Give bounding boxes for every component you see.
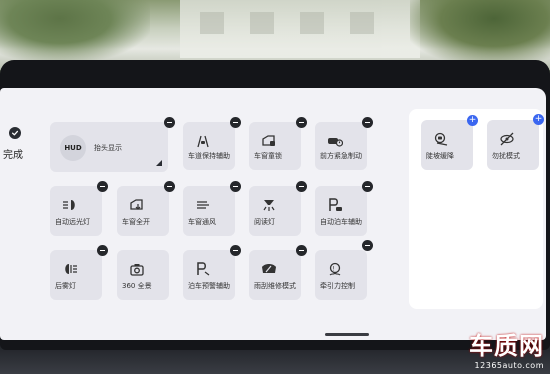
rear-fog-tile[interactable]: 后雾灯: [50, 250, 102, 300]
hill-descent-tile[interactable]: 陡坡缓降: [421, 120, 473, 170]
emergency-brake-tile[interactable]: 前方紧急制动: [315, 122, 367, 170]
emergency-brake-icon: [328, 138, 343, 147]
window-lock-tile[interactable]: 车窗童锁: [249, 122, 301, 170]
watermark-brand: 车质网: [469, 332, 544, 360]
window-vent-icon: [197, 201, 209, 209]
remove-icon[interactable]: [97, 245, 108, 256]
hud-icon: HUD: [60, 135, 86, 161]
auto-park-icon: [329, 198, 342, 211]
check-icon[interactable]: [9, 127, 21, 139]
tile-label: 陡坡缓降: [426, 152, 454, 160]
resize-corner-icon[interactable]: [156, 160, 162, 166]
background-tree: [410, 0, 550, 62]
window-open-tile[interactable]: 车窗全开: [117, 186, 169, 236]
auto-highbeam-tile[interactable]: 自动远光灯: [50, 186, 102, 236]
tile-label: 360 全景: [122, 282, 152, 290]
wiper-icon: [262, 264, 276, 273]
window-open-icon: [130, 199, 143, 210]
window-lock-icon: [262, 135, 275, 146]
hill-descent-icon: [434, 132, 448, 146]
traction-control-icon: !: [329, 262, 341, 276]
remove-icon[interactable]: [296, 245, 307, 256]
do-not-disturb-icon: [500, 132, 514, 146]
tile-label: 前方紧急制动: [320, 152, 362, 160]
remove-icon[interactable]: [164, 117, 175, 128]
tile-label: 车道保持辅助: [188, 152, 230, 160]
window-vent-tile[interactable]: 车窗通风: [183, 186, 235, 236]
tile-label: 车窗通风: [188, 218, 216, 226]
remove-icon[interactable]: [362, 240, 373, 251]
tile-label: 阅读灯: [254, 218, 275, 226]
wiper-service-tile[interactable]: 雨刮维修模式: [249, 250, 301, 300]
remove-icon[interactable]: [230, 245, 241, 256]
tile-label: 车窗童锁: [254, 152, 282, 160]
hud-label: 抬头显示: [94, 144, 122, 152]
remove-icon[interactable]: [296, 117, 307, 128]
remove-icon[interactable]: [230, 181, 241, 192]
park-warning-tile[interactable]: 泊车预警辅助: [183, 250, 235, 300]
remove-icon[interactable]: [97, 181, 108, 192]
remove-icon[interactable]: [230, 117, 241, 128]
building-window: [300, 12, 324, 34]
tile-label: 车窗全开: [122, 218, 150, 226]
lane-keep-tile[interactable]: 车道保持辅助: [183, 122, 235, 170]
auto-highbeam-icon: [63, 200, 75, 210]
tile-label: 雨刮维修模式: [254, 282, 296, 290]
svg-text:!: !: [332, 265, 334, 272]
remove-icon[interactable]: [362, 181, 373, 192]
building-window: [200, 12, 224, 34]
tile-label: 后雾灯: [55, 282, 76, 290]
park-warning-icon: [197, 262, 210, 276]
tile-label: 自动泊车辅助: [320, 218, 362, 226]
background-tree: [0, 0, 150, 62]
page-indicator[interactable]: [325, 333, 369, 336]
watermark-url: 12365auto.com: [474, 361, 544, 370]
reading-light-icon: [263, 200, 275, 211]
rear-fog-icon: [65, 264, 77, 274]
remove-icon[interactable]: [296, 181, 307, 192]
hud-tile[interactable]: HUD 抬头显示: [50, 122, 168, 172]
remove-icon[interactable]: [164, 181, 175, 192]
do-not-disturb-tile[interactable]: 勿扰模式: [487, 120, 539, 170]
panoramic-camera-tile[interactable]: 360 全景: [117, 250, 169, 300]
watermark: 车质网 12365auto.com: [469, 326, 544, 370]
background-building: [180, 0, 420, 58]
add-icon[interactable]: +: [467, 115, 478, 126]
tile-label: 泊车预警辅助: [188, 282, 230, 290]
camera-icon: [130, 264, 144, 276]
tile-label: 牵引力控制: [320, 282, 355, 290]
building-window: [250, 12, 274, 34]
tile-label: 自动远光灯: [55, 218, 90, 226]
reading-light-tile[interactable]: 阅读灯: [249, 186, 301, 236]
traction-control-tile[interactable]: ! 牵引力控制: [315, 250, 367, 300]
tile-label: 勿扰模式: [492, 152, 520, 160]
building-window: [350, 12, 374, 34]
done-button[interactable]: 完成: [3, 146, 23, 161]
remove-icon[interactable]: [362, 117, 373, 128]
lane-keep-icon: [197, 135, 209, 148]
add-icon[interactable]: +: [533, 114, 544, 125]
auto-park-tile[interactable]: 自动泊车辅助: [315, 186, 367, 236]
